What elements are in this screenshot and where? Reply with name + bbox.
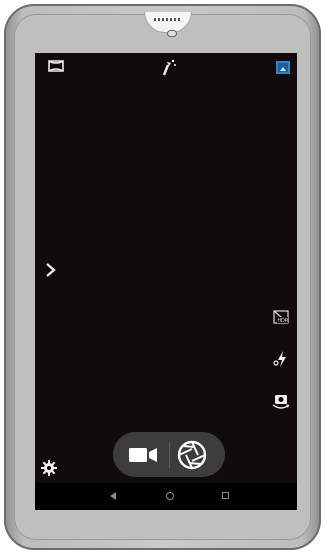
hdr-icon[interactable]: HDR — [272, 308, 290, 326]
svg-text:HDR: HDR — [278, 318, 289, 324]
capture-divider — [169, 442, 170, 468]
shutter-button[interactable] — [177, 440, 207, 470]
gear-icon[interactable] — [40, 459, 58, 477]
chevron-right-icon[interactable] — [45, 262, 57, 278]
gallery-icon[interactable] — [276, 61, 290, 74]
video-record-button[interactable] — [127, 442, 161, 468]
system-nav-bar — [35, 483, 297, 510]
front-camera — [167, 30, 177, 37]
switch-camera-icon[interactable] — [270, 392, 292, 412]
magic-icon[interactable] — [160, 57, 178, 77]
flash-auto-icon[interactable] — [271, 349, 291, 369]
speaker-grill — [154, 18, 182, 21]
capture-bar — [113, 432, 225, 477]
panorama-icon[interactable] — [48, 59, 64, 73]
